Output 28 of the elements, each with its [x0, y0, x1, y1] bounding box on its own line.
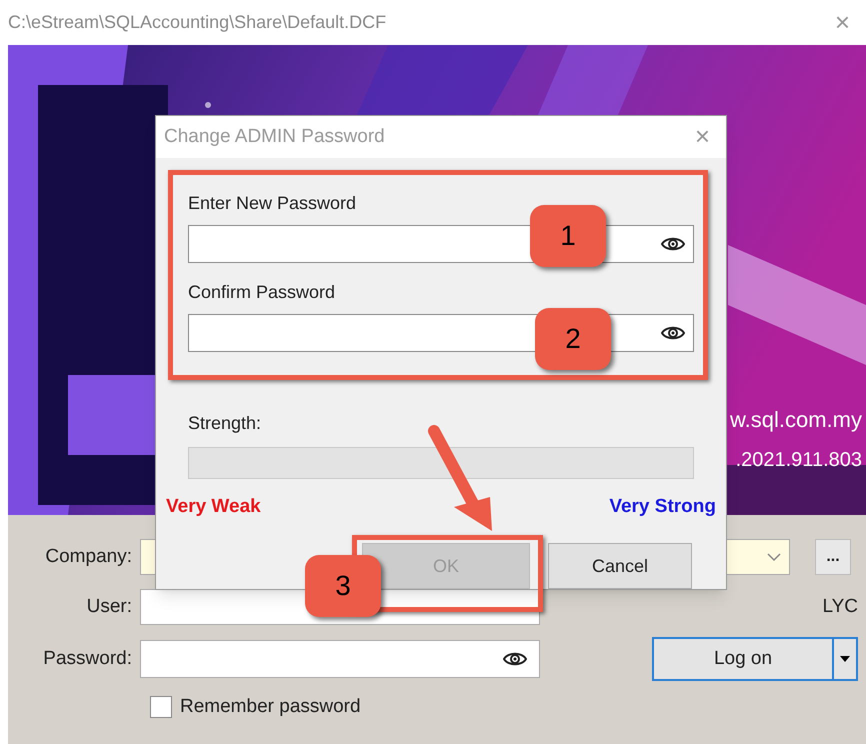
- dialog-title: Change ADMIN Password: [164, 124, 385, 148]
- field-label: Enter New Password: [188, 192, 358, 214]
- logon-button[interactable]: Log on: [654, 639, 832, 679]
- company-label: Company:: [44, 544, 133, 569]
- chevron-down-icon: [767, 552, 781, 562]
- show-password-icon[interactable]: [661, 324, 685, 340]
- show-password-icon[interactable]: [661, 236, 685, 252]
- show-password-icon[interactable]: [503, 651, 527, 667]
- phone-text: .2021.911.803: [736, 448, 862, 473]
- strength-level-text: Very Weak: [166, 494, 261, 518]
- window-title: C:\eStream\SQLAccounting\Share\Default.DCF: [8, 11, 386, 34]
- user-name: LYC: [822, 594, 859, 619]
- dropdown-button[interactable]: [832, 639, 856, 679]
- website-text: w.sql.com.my: [730, 406, 862, 434]
- caret-down-icon: [840, 656, 850, 662]
- remember-label: Remember password: [180, 695, 361, 719]
- step-badge: 1: [530, 205, 606, 267]
- dialog-button[interactable]: Cancel: [548, 543, 692, 589]
- remember-checkbox[interactable]: [150, 696, 172, 718]
- password-field[interactable]: [140, 640, 540, 678]
- strength-label: Strength:: [188, 412, 262, 435]
- user-label: User:: [86, 594, 133, 619]
- step-badge: 2: [535, 308, 611, 370]
- password-label: Password:: [42, 646, 133, 671]
- step-badge: 3: [305, 555, 381, 617]
- field-label: Confirm Password: [188, 280, 336, 304]
- more-button[interactable]: ...: [815, 539, 851, 575]
- strength-level-text: Very Strong: [609, 494, 716, 518]
